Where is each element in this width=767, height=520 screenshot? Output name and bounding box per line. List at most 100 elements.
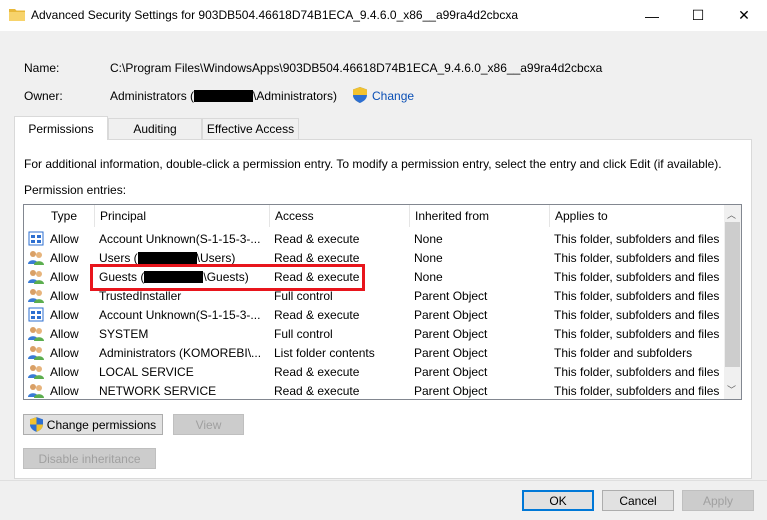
app-package-icon: [28, 231, 44, 246]
row-applies-to-text: This folder, subfolders and files: [554, 231, 720, 246]
owner-value: Administrators ( \Administrators): [110, 89, 337, 103]
row-principal-text: LOCAL SERVICE: [99, 364, 194, 379]
row-principal-text: Users (: [99, 250, 138, 265]
row-type: Allow: [50, 343, 95, 362]
row-access: Read & execute: [274, 229, 409, 248]
view-button[interactable]: View: [173, 414, 244, 435]
row-applies-to: This folder, subfolders and files: [554, 362, 724, 381]
owner-prefix: Administrators (: [110, 89, 195, 103]
row-inherited-from-text: Parent Object: [414, 364, 488, 379]
tab-effective-access[interactable]: Effective Access: [202, 118, 299, 139]
disable-inheritance-button[interactable]: Disable inheritance: [23, 448, 156, 469]
scroll-up-icon[interactable]: ︿: [727, 208, 736, 221]
row-applies-to: This folder, subfolders and files: [554, 286, 724, 305]
column-header-type[interactable]: Type: [46, 205, 95, 227]
minimize-icon: —: [645, 7, 659, 24]
scrollbar-thumb[interactable]: [725, 222, 740, 367]
row-applies-to-text: This folder, subfolders and files: [554, 269, 720, 284]
change-owner-link[interactable]: Change: [372, 89, 414, 103]
row-principal: NETWORK SERVICE: [99, 381, 269, 399]
row-applies-to-text: This folder, subfolders and files: [554, 288, 720, 303]
row-applies-to: This folder, subfolders and files: [554, 267, 724, 286]
row-type: Allow: [50, 324, 95, 343]
row-type-text: Allow: [50, 364, 79, 379]
row-applies-to: This folder and subfolders: [554, 343, 724, 362]
row-inherited-from: None: [414, 229, 549, 248]
list-item[interactable]: Allow Account Unknown(S-1-15-3-... Read & …: [24, 305, 725, 324]
cancel-button[interactable]: Cancel: [602, 490, 674, 511]
tab-auditing[interactable]: Auditing: [108, 118, 202, 139]
row-type: Allow: [50, 381, 95, 399]
uac-shield-icon: [29, 417, 43, 432]
minimize-button[interactable]: —: [629, 0, 675, 31]
row-principal-suffix: \Users): [196, 250, 236, 265]
row-inherited-from-text: None: [414, 250, 443, 265]
ok-button[interactable]: OK: [522, 490, 594, 511]
row-inherited-from: None: [414, 267, 549, 286]
apply-button[interactable]: Apply: [682, 490, 754, 511]
maximize-button[interactable]: ☐: [675, 0, 721, 31]
row-inherited-from: Parent Object: [414, 324, 549, 343]
column-header-applies-to[interactable]: Applies to: [550, 205, 725, 227]
owner-suffix: \Administrators): [253, 89, 338, 103]
row-type-text: Allow: [50, 250, 79, 265]
close-icon: ✕: [738, 7, 750, 23]
row-applies-to: This folder, subfolders and files: [554, 229, 724, 248]
tab-permissions[interactable]: Permissions: [14, 116, 108, 140]
row-type: Allow: [50, 286, 95, 305]
users-icon: [28, 364, 44, 379]
users-icon: [28, 345, 44, 360]
column-header-principal[interactable]: Principal: [95, 205, 270, 227]
row-type-text: Allow: [50, 307, 79, 322]
row-applies-to-text: This folder, subfolders and files: [554, 250, 720, 265]
row-principal: Administrators (KOMOREBI\...: [99, 343, 269, 362]
row-access-text: Read & execute: [274, 383, 360, 398]
row-access: Read & execute: [274, 381, 409, 399]
scroll-down-icon[interactable]: ﹀: [727, 383, 736, 396]
row-access: Read & execute: [274, 305, 409, 324]
row-type: Allow: [50, 305, 95, 324]
list-item[interactable]: Allow SYSTEM Full control Parent Object This…: [24, 324, 725, 343]
maximize-icon: ☐: [691, 7, 705, 23]
folder-icon: [9, 9, 25, 21]
row-applies-to: This folder, subfolders and files: [554, 324, 724, 343]
row-applies-to-text: This folder, subfolders and files: [554, 364, 720, 379]
row-access-text: Read & execute: [274, 250, 360, 265]
row-inherited-from: Parent Object: [414, 286, 549, 305]
permission-entries-list[interactable]: Type Principal Access Inherited from App…: [23, 204, 742, 400]
column-header-inherited-from[interactable]: Inherited from: [410, 205, 550, 227]
row-principal-text: NETWORK SERVICE: [99, 383, 217, 398]
row-type: Allow: [50, 362, 95, 381]
row-type-text: Allow: [50, 326, 79, 341]
users-icon: [28, 383, 44, 398]
close-button[interactable]: ✕: [721, 0, 767, 31]
row-type-text: Allow: [50, 231, 79, 246]
row-type-text: Allow: [50, 269, 79, 284]
uac-shield-icon: [353, 87, 367, 103]
footer-separator: [0, 480, 767, 481]
row-principal: Account Unknown(S-1-15-3-...: [99, 229, 269, 248]
row-type-text: Allow: [50, 383, 79, 398]
row-access: List folder contents: [274, 343, 409, 362]
row-applies-to-text: This folder, subfolders and files: [554, 326, 720, 341]
change-permissions-button[interactable]: Change permissions: [23, 414, 163, 435]
row-inherited-from: None: [414, 248, 549, 267]
users-icon: [28, 326, 44, 341]
row-principal: SYSTEM: [99, 324, 269, 343]
redacted-block: [194, 90, 254, 102]
column-header-access[interactable]: Access: [270, 205, 410, 227]
name-label: Name:: [24, 61, 60, 75]
info-text: For additional information, double-click…: [24, 157, 722, 171]
list-item[interactable]: Allow LOCAL SERVICE Read & execute Parent O…: [24, 362, 725, 381]
list-item[interactable]: Allow Account Unknown(S-1-15-3-... Read & …: [24, 229, 725, 248]
row-inherited-from-text: Parent Object: [414, 345, 488, 360]
list-item[interactable]: Allow Administrators (KOMOREBI\... List fo…: [24, 343, 725, 362]
permission-entries-label: Permission entries:: [24, 183, 127, 197]
row-applies-to: This folder, subfolders and files: [554, 381, 724, 399]
row-principal: LOCAL SERVICE: [99, 362, 269, 381]
vertical-scrollbar[interactable]: ︿ ﹀: [724, 205, 741, 399]
list-item[interactable]: Allow NETWORK SERVICE Read & execute Parent…: [24, 381, 725, 399]
row-access-text: Read & execute: [274, 307, 360, 322]
row-applies-to: This folder, subfolders and files: [554, 305, 724, 324]
row-applies-to-text: This folder and subfolders: [554, 345, 693, 360]
